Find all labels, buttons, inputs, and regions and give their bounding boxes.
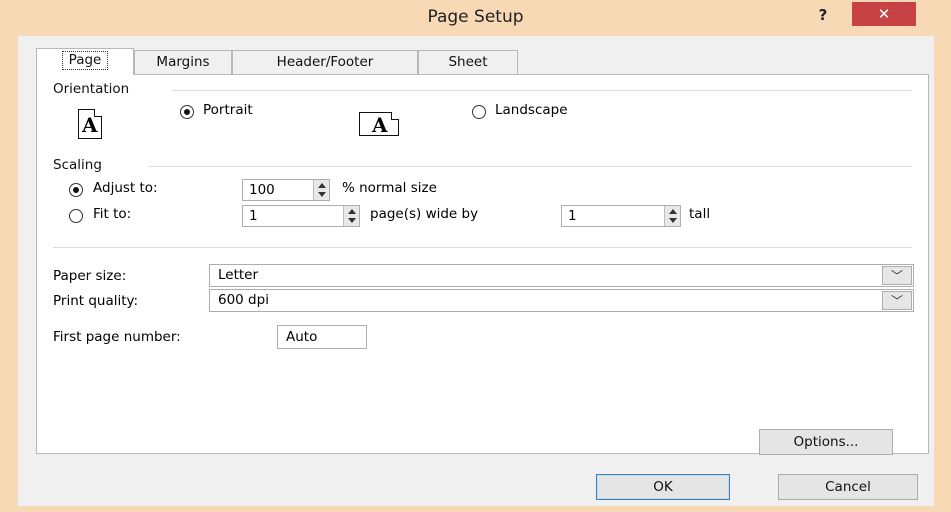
dialog-client: Page Margins Header/Footer Sheet Orienta… <box>18 36 934 506</box>
ok-button[interactable]: OK <box>596 474 730 500</box>
print-quality-select[interactable]: 600 dpi ﹀ <box>209 289 914 312</box>
options-button[interactable]: Options... <box>759 429 893 455</box>
scaling-group-label: Scaling <box>53 157 102 173</box>
paper-size-label: Paper size: <box>53 268 127 284</box>
portrait-label[interactable]: Portrait <box>203 102 253 118</box>
fit-to-label[interactable]: Fit to: <box>93 206 131 222</box>
adjust-to-input[interactable]: 100 <box>242 179 330 201</box>
cancel-button[interactable]: Cancel <box>778 474 918 500</box>
tab-header-footer[interactable]: Header/Footer <box>232 50 418 74</box>
fit-tall-value: 1 <box>568 208 577 224</box>
orientation-group-label: Orientation <box>53 81 130 97</box>
adjust-to-value: 100 <box>249 182 275 198</box>
title-bar: Page Setup ? ✕ <box>0 0 951 36</box>
tab-sheet[interactable]: Sheet <box>418 50 518 74</box>
tab-page[interactable]: Page <box>36 48 134 75</box>
adjust-to-suffix: % normal size <box>342 180 437 196</box>
landscape-page-icon: A <box>359 112 399 137</box>
landscape-icon-glyph: A <box>372 113 388 137</box>
fit-wide-spinner-icon[interactable] <box>343 206 359 226</box>
print-quality-label: Print quality: <box>53 293 139 309</box>
scaling-divider <box>149 166 912 167</box>
first-page-number-input[interactable]: Auto <box>277 325 367 349</box>
close-icon: ✕ <box>877 5 891 23</box>
first-page-number-label: First page number: <box>53 329 181 345</box>
fit-wide-value: 1 <box>249 208 258 224</box>
landscape-label[interactable]: Landscape <box>495 102 568 118</box>
orientation-divider <box>172 90 912 91</box>
fit-to-radio[interactable] <box>69 209 83 223</box>
print-quality-value: 600 dpi <box>218 292 269 308</box>
portrait-radio[interactable] <box>180 105 194 119</box>
help-button[interactable]: ? <box>810 4 836 26</box>
fit-tall-suffix: tall <box>689 206 711 222</box>
fit-wide-suffix: page(s) wide by <box>370 206 479 222</box>
portrait-page-icon: A <box>78 109 102 139</box>
adjust-spinner-icon[interactable] <box>313 180 329 200</box>
fit-tall-spinner-icon[interactable] <box>664 206 680 226</box>
portrait-icon-glyph: A <box>82 113 98 137</box>
tab-page-label: Page <box>61 51 109 70</box>
landscape-radio[interactable] <box>472 105 486 119</box>
scaling-bottom-divider <box>53 247 912 248</box>
adjust-to-label[interactable]: Adjust to: <box>93 180 158 196</box>
adjust-to-radio[interactable] <box>69 183 83 197</box>
fit-wide-input[interactable]: 1 <box>242 205 360 227</box>
paper-size-select[interactable]: Letter ﹀ <box>209 264 914 287</box>
dialog-title: Page Setup <box>427 7 524 27</box>
page-setup-dialog: Page Setup ? ✕ Page Margins Header/Foote… <box>0 0 951 512</box>
chevron-down-icon[interactable]: ﹀ <box>882 291 912 310</box>
tab-panel-page: Orientation A Portrait A Landscape Scali… <box>36 74 929 455</box>
paper-size-value: Letter <box>218 267 259 283</box>
close-button[interactable]: ✕ <box>852 2 916 26</box>
fit-tall-input[interactable]: 1 <box>561 205 681 227</box>
chevron-down-icon[interactable]: ﹀ <box>882 266 912 285</box>
tab-margins[interactable]: Margins <box>134 50 232 74</box>
